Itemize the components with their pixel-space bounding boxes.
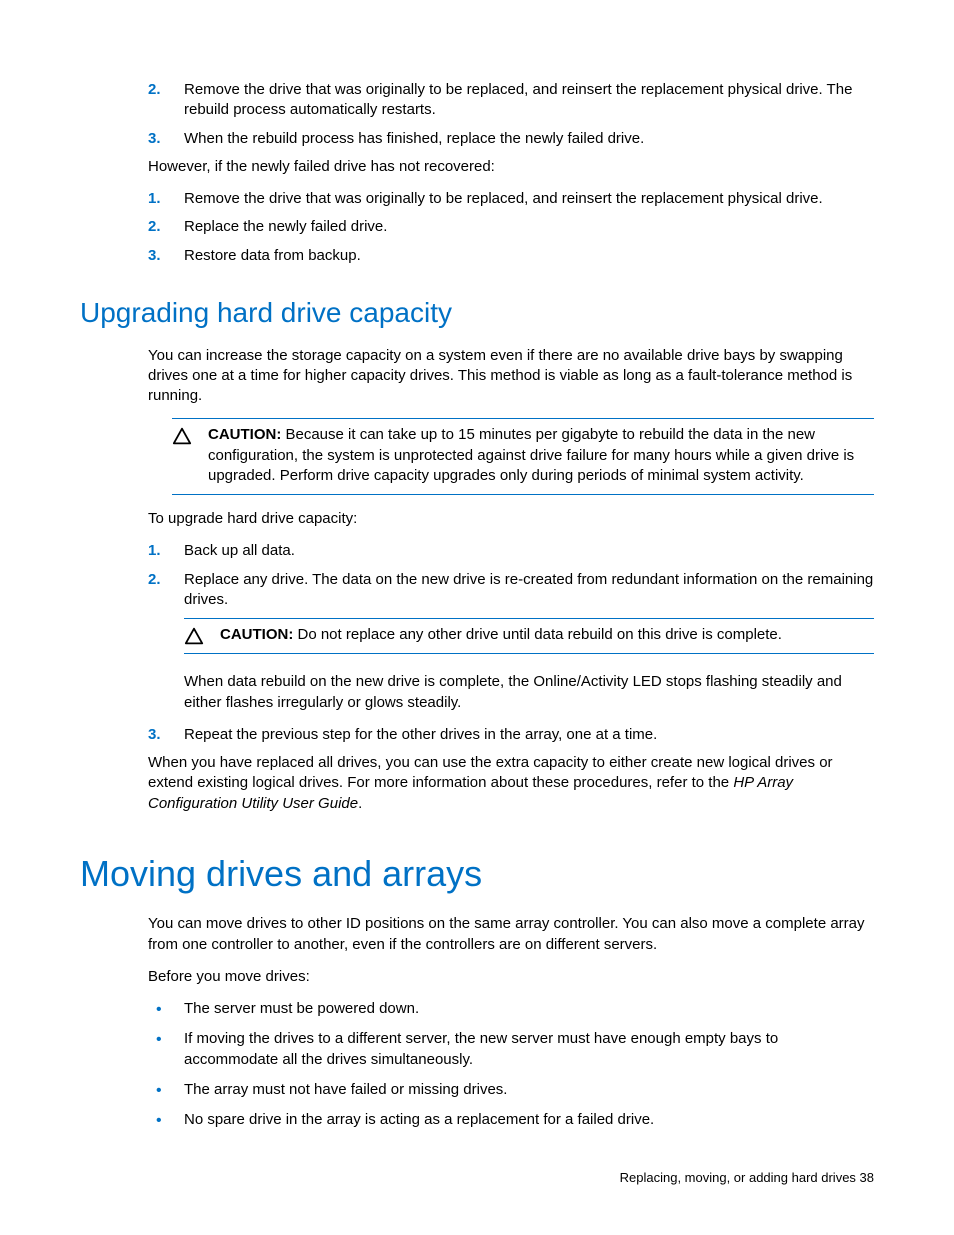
rebuild-complete-text: When data rebuild on the new drive is co… <box>184 672 874 713</box>
caution-box-2: CAUTION: Do not replace any other drive … <box>184 618 874 654</box>
list-text: Replace the newly failed drive. <box>184 218 387 235</box>
bullet-text: The server must be powered down. <box>184 1000 419 1017</box>
page-footer: Replacing, moving, or adding hard drives… <box>620 1169 874 1187</box>
list-number: 2. <box>148 80 161 100</box>
top-content: 2. Remove the drive that was originally … <box>148 80 874 266</box>
list-text: When the rebuild process has finished, r… <box>184 130 644 147</box>
page: 2. Remove the drive that was originally … <box>0 0 954 1235</box>
bullet-text: The array must not have failed or missin… <box>184 1081 507 1098</box>
upgrade-lead: To upgrade hard drive capacity: <box>148 509 874 529</box>
caution-box-1: CAUTION: Because it can take up to 15 mi… <box>172 418 874 495</box>
list-item: 2. Remove the drive that was originally … <box>148 80 874 121</box>
after-all-text-2: . <box>358 795 362 812</box>
bullet-item: No spare drive in the array is acting as… <box>148 1110 874 1130</box>
bullet-item: The server must be powered down. <box>148 999 874 1019</box>
upgrading-heading: Upgrading hard drive capacity <box>80 294 874 332</box>
moving-lead: Before you move drives: <box>148 967 874 987</box>
however-ordered-list: 1. Remove the drive that was originally … <box>148 189 874 266</box>
moving-intro: You can move drives to other ID position… <box>148 914 874 955</box>
list-text: Remove the drive that was originally to … <box>184 190 823 207</box>
list-text: Back up all data. <box>184 542 295 559</box>
list-text: Remove the drive that was originally to … <box>184 81 852 118</box>
list-item: 3. Repeat the previous step for the othe… <box>148 725 874 745</box>
moving-bullets: The server must be powered down. If movi… <box>148 999 874 1130</box>
moving-content: You can move drives to other ID position… <box>148 914 874 1130</box>
list-number: 1. <box>148 541 161 561</box>
list-item: 3. Restore data from backup. <box>148 246 874 266</box>
list-number: 3. <box>148 725 161 745</box>
upgrade-intro: You can increase the storage capacity on… <box>148 346 874 407</box>
list-item: 2. Replace any drive. The data on the ne… <box>148 570 874 713</box>
list-number: 3. <box>148 246 161 266</box>
caution-body: Do not replace any other drive until dat… <box>293 626 782 643</box>
caution-triangle-icon <box>184 625 220 645</box>
caution-body: Because it can take up to 15 minutes per… <box>208 426 854 484</box>
list-number: 3. <box>148 129 161 149</box>
list-item: 1. Remove the drive that was originally … <box>148 189 874 209</box>
top-ordered-list: 2. Remove the drive that was originally … <box>148 80 874 149</box>
bullet-item: If moving the drives to a different serv… <box>148 1029 874 1070</box>
bullet-item: The array must not have failed or missin… <box>148 1080 874 1100</box>
however-paragraph: However, if the newly failed drive has n… <box>148 157 874 177</box>
caution-text: CAUTION: Do not replace any other drive … <box>220 625 874 645</box>
list-text: Repeat the previous step for the other d… <box>184 726 657 743</box>
bullet-text: No spare drive in the array is acting as… <box>184 1111 654 1128</box>
list-number: 2. <box>148 217 161 237</box>
list-item: 2. Replace the newly failed drive. <box>148 217 874 237</box>
list-number: 2. <box>148 570 161 590</box>
upgrade-steps-list: 1. Back up all data. 2. Replace any driv… <box>148 541 874 745</box>
bullet-text: If moving the drives to a different serv… <box>184 1030 778 1067</box>
after-all-text-1: When you have replaced all drives, you c… <box>148 754 833 791</box>
list-text: Replace any drive. The data on the new d… <box>184 571 873 608</box>
caution-triangle-icon <box>172 425 208 445</box>
caution-text: CAUTION: Because it can take up to 15 mi… <box>208 425 874 486</box>
list-item: 3. When the rebuild process has finished… <box>148 129 874 149</box>
upgrade-content: You can increase the storage capacity on… <box>148 346 874 814</box>
caution-label: CAUTION: <box>220 626 293 643</box>
list-text: Restore data from backup. <box>184 247 361 264</box>
list-number: 1. <box>148 189 161 209</box>
moving-heading: Moving drives and arrays <box>80 850 874 899</box>
caution-label: CAUTION: <box>208 426 281 443</box>
list-item: 1. Back up all data. <box>148 541 874 561</box>
after-all-paragraph: When you have replaced all drives, you c… <box>148 753 874 814</box>
